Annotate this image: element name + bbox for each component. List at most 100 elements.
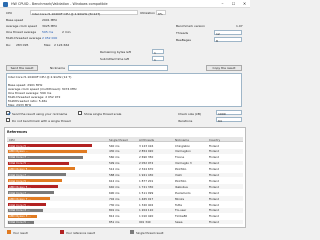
- table-row[interactable]: Intel Core i5 ... 851 ms 901 340 Sawa Finlan…: [7, 219, 243, 225]
- row-cpu: AMD Ryzen ...: [9, 149, 29, 154]
- utilization-field: 6%: [156, 10, 166, 16]
- row-nickname: Tix-user: [175, 208, 187, 213]
- beebees-value: 8: [216, 38, 218, 43]
- result-textarea[interactable]: Intel Core i5-10400F CPU @ 2.9GHz (12 T)…: [6, 73, 242, 107]
- header-nickname[interactable]: Nickname: [175, 138, 189, 142]
- row-cpu: Intel Core i5 ...: [9, 178, 30, 183]
- row-country: Finland: [209, 184, 219, 189]
- row-all-threads: 2 854 020: [139, 149, 154, 154]
- multi-thread-label: Multi-threaded average: [6, 36, 42, 40]
- header-cpu[interactable]: CPU: [9, 138, 15, 142]
- row-country: Finland: [209, 214, 219, 219]
- benchmark-version-label: Benchmark version: [176, 24, 206, 28]
- check-size-input[interactable]: 1000: [216, 110, 242, 116]
- row-single-thread: 612 ms: [109, 178, 120, 183]
- title-bar: HW CPUID - Benchmark/Validation - Window…: [0, 0, 250, 8]
- row-all-threads: 1 465 017: [139, 196, 154, 201]
- max-value: 2 124 662: [54, 43, 70, 47]
- row-nickname: Ibabobus: [175, 184, 188, 189]
- send-with-nickname-label: Send the result using your nickname: [12, 111, 68, 116]
- nickname-label: Nickname: [50, 66, 65, 70]
- header-all-threads[interactable]: All threads: [139, 138, 154, 142]
- cpu-value: Intel Core i5-10400F CPU @ 2.90GHz (5C12…: [32, 11, 101, 16]
- row-cpu: Intel Core i7 ...: [9, 190, 30, 195]
- window-title: HW CPUID - Benchmark/Validation - Window…: [11, 2, 108, 6]
- remaining-label: Remaining bytes left: [100, 50, 131, 54]
- table-row[interactable]: AMD Ryzen 5 ... 512 ms 2 324 670 Pinkfoto Fi…: [7, 166, 243, 172]
- iterations-value: 64: [218, 118, 222, 123]
- legend-reference-label: Your reference result: [66, 230, 96, 235]
- table-row[interactable]: Intel Core i5 ... 540 ms 3 123 416 Chinglet…: [7, 143, 243, 148]
- row-nickname: Chingleton: [175, 143, 191, 148]
- row-single-thread: 640 ms: [109, 184, 120, 189]
- table-row[interactable]: Intel Core i7 ... 690 ms 1 511 099 Puolamod…: [7, 190, 243, 195]
- table-row[interactable]: Intel Core i5 ... 599 ms 2 052 972 Vormegil…: [7, 160, 243, 166]
- row-cpu: AMD Ryzen 5 ...: [9, 184, 32, 189]
- close-button[interactable]: ✕: [239, 0, 250, 8]
- row-nickname: Pinkfoto: [175, 178, 187, 183]
- row-cpu: Intel Core i5 ...: [9, 202, 30, 207]
- row-country: Finland: [209, 167, 219, 172]
- legend-your-swatch: [7, 230, 11, 234]
- table-row[interactable]: Intel Core i5 ... 612 ms 1 877 201 Pinkfoto…: [7, 178, 243, 184]
- remaining-field: 1: [152, 49, 164, 55]
- iterations-input[interactable]: 64: [216, 117, 242, 123]
- table-row[interactable]: AMD Ryzen 5 ... 640 ms 1 721 330 Ibabobus Fi…: [7, 184, 243, 190]
- row-all-threads: 1 721 330: [139, 184, 154, 189]
- row-all-threads: 2 690 350: [139, 155, 154, 160]
- single-thread-note: 2 min: [62, 30, 71, 34]
- table-row[interactable]: Intel Core i7 ... 560 ms 2 690 350 Tixone Fi…: [7, 154, 243, 160]
- row-cpu: AMD Ryzen 3 ...: [9, 214, 32, 219]
- row-single-thread: 560 ms: [109, 155, 120, 160]
- minimize-button[interactable]: –: [217, 0, 228, 8]
- show-single-thread-label: Show single thread scale: [84, 111, 122, 116]
- threads-input[interactable]: 12: [214, 30, 242, 36]
- base-speed-label: Base speed: [6, 18, 24, 22]
- table-row[interactable]: AMD Ryzen 7 ... 702 ms 1 465 017 Miroks Finl…: [7, 196, 243, 201]
- single-thread-value: 595 ms: [42, 30, 54, 34]
- check-size-label: Check size (kB): [178, 111, 202, 116]
- show-single-thread-checkbox[interactable]: [78, 111, 82, 115]
- beebees-input[interactable]: 8: [214, 37, 242, 43]
- row-country: Finland: [209, 155, 219, 160]
- row-nickname: Tutta: [175, 202, 182, 207]
- row-nickname: Tixone: [175, 155, 185, 160]
- no-single-thread-checkbox[interactable]: [6, 118, 10, 122]
- submission-label: Submitted time left: [100, 57, 130, 61]
- row-single-thread: 588 ms: [109, 173, 120, 178]
- row-cpu: AMD Ryzen 7 ...: [9, 196, 32, 201]
- row-cpu: Intel Core i7 ...: [9, 173, 30, 178]
- single-thread-label: One thread average: [6, 30, 37, 34]
- row-nickname: Miroks: [175, 196, 185, 201]
- row-country: Finland: [209, 161, 219, 166]
- row-all-threads: 1 010 420: [139, 214, 154, 219]
- send-result-button[interactable]: Send the result: [6, 65, 38, 71]
- table-row[interactable]: Intel Core i7 ... 588 ms 1 921 430 Yoshi Fin…: [7, 172, 243, 178]
- nickname-input[interactable]: [68, 65, 168, 71]
- cpu-label: CPU: [6, 11, 13, 15]
- maximize-button[interactable]: ☐: [228, 0, 239, 8]
- row-single-thread: 512 ms: [109, 167, 120, 172]
- threads-label: Threads: [176, 31, 189, 35]
- remaining-value: 1: [154, 50, 156, 55]
- row-cpu: AMD Ryzen 5 ...: [9, 167, 32, 172]
- references-header: CPU Single thread All threads Nickname C…: [7, 137, 243, 142]
- header-country[interactable]: Country: [209, 138, 220, 142]
- submission-value: 1: [154, 57, 156, 62]
- table-row[interactable]: AMD Ryzen 3 ... 812 ms 1 010 420 Timbe80 Fin…: [7, 213, 243, 219]
- row-country: Finland: [209, 196, 219, 201]
- row-all-threads: 1 921 430: [139, 173, 154, 178]
- copy-result-button[interactable]: Copy the result: [206, 65, 242, 71]
- table-row[interactable]: Intel Core i3 ... 801 ms 1 204 110 Tix-user…: [7, 207, 243, 213]
- table-row[interactable]: AMD Ryzen ... 430 ms 2 854 020 Vormegilon Fi…: [7, 148, 243, 154]
- submission-field: 1: [152, 56, 164, 62]
- threads-value: 12: [216, 31, 220, 36]
- row-country: Finland: [209, 202, 219, 207]
- row-all-threads: 1 511 099: [139, 190, 154, 195]
- beebees-label: BeeBeges: [176, 38, 191, 42]
- result-line: Max: 2933 MHz: [8, 102, 32, 107]
- row-single-thread: 690 ms: [109, 190, 120, 195]
- header-single-thread[interactable]: Single thread: [109, 138, 128, 142]
- send-with-nickname-checkbox[interactable]: [6, 111, 10, 115]
- table-row[interactable]: Intel Core i5 ... 730 ms 1 320 402 Tutta Fin…: [7, 202, 243, 207]
